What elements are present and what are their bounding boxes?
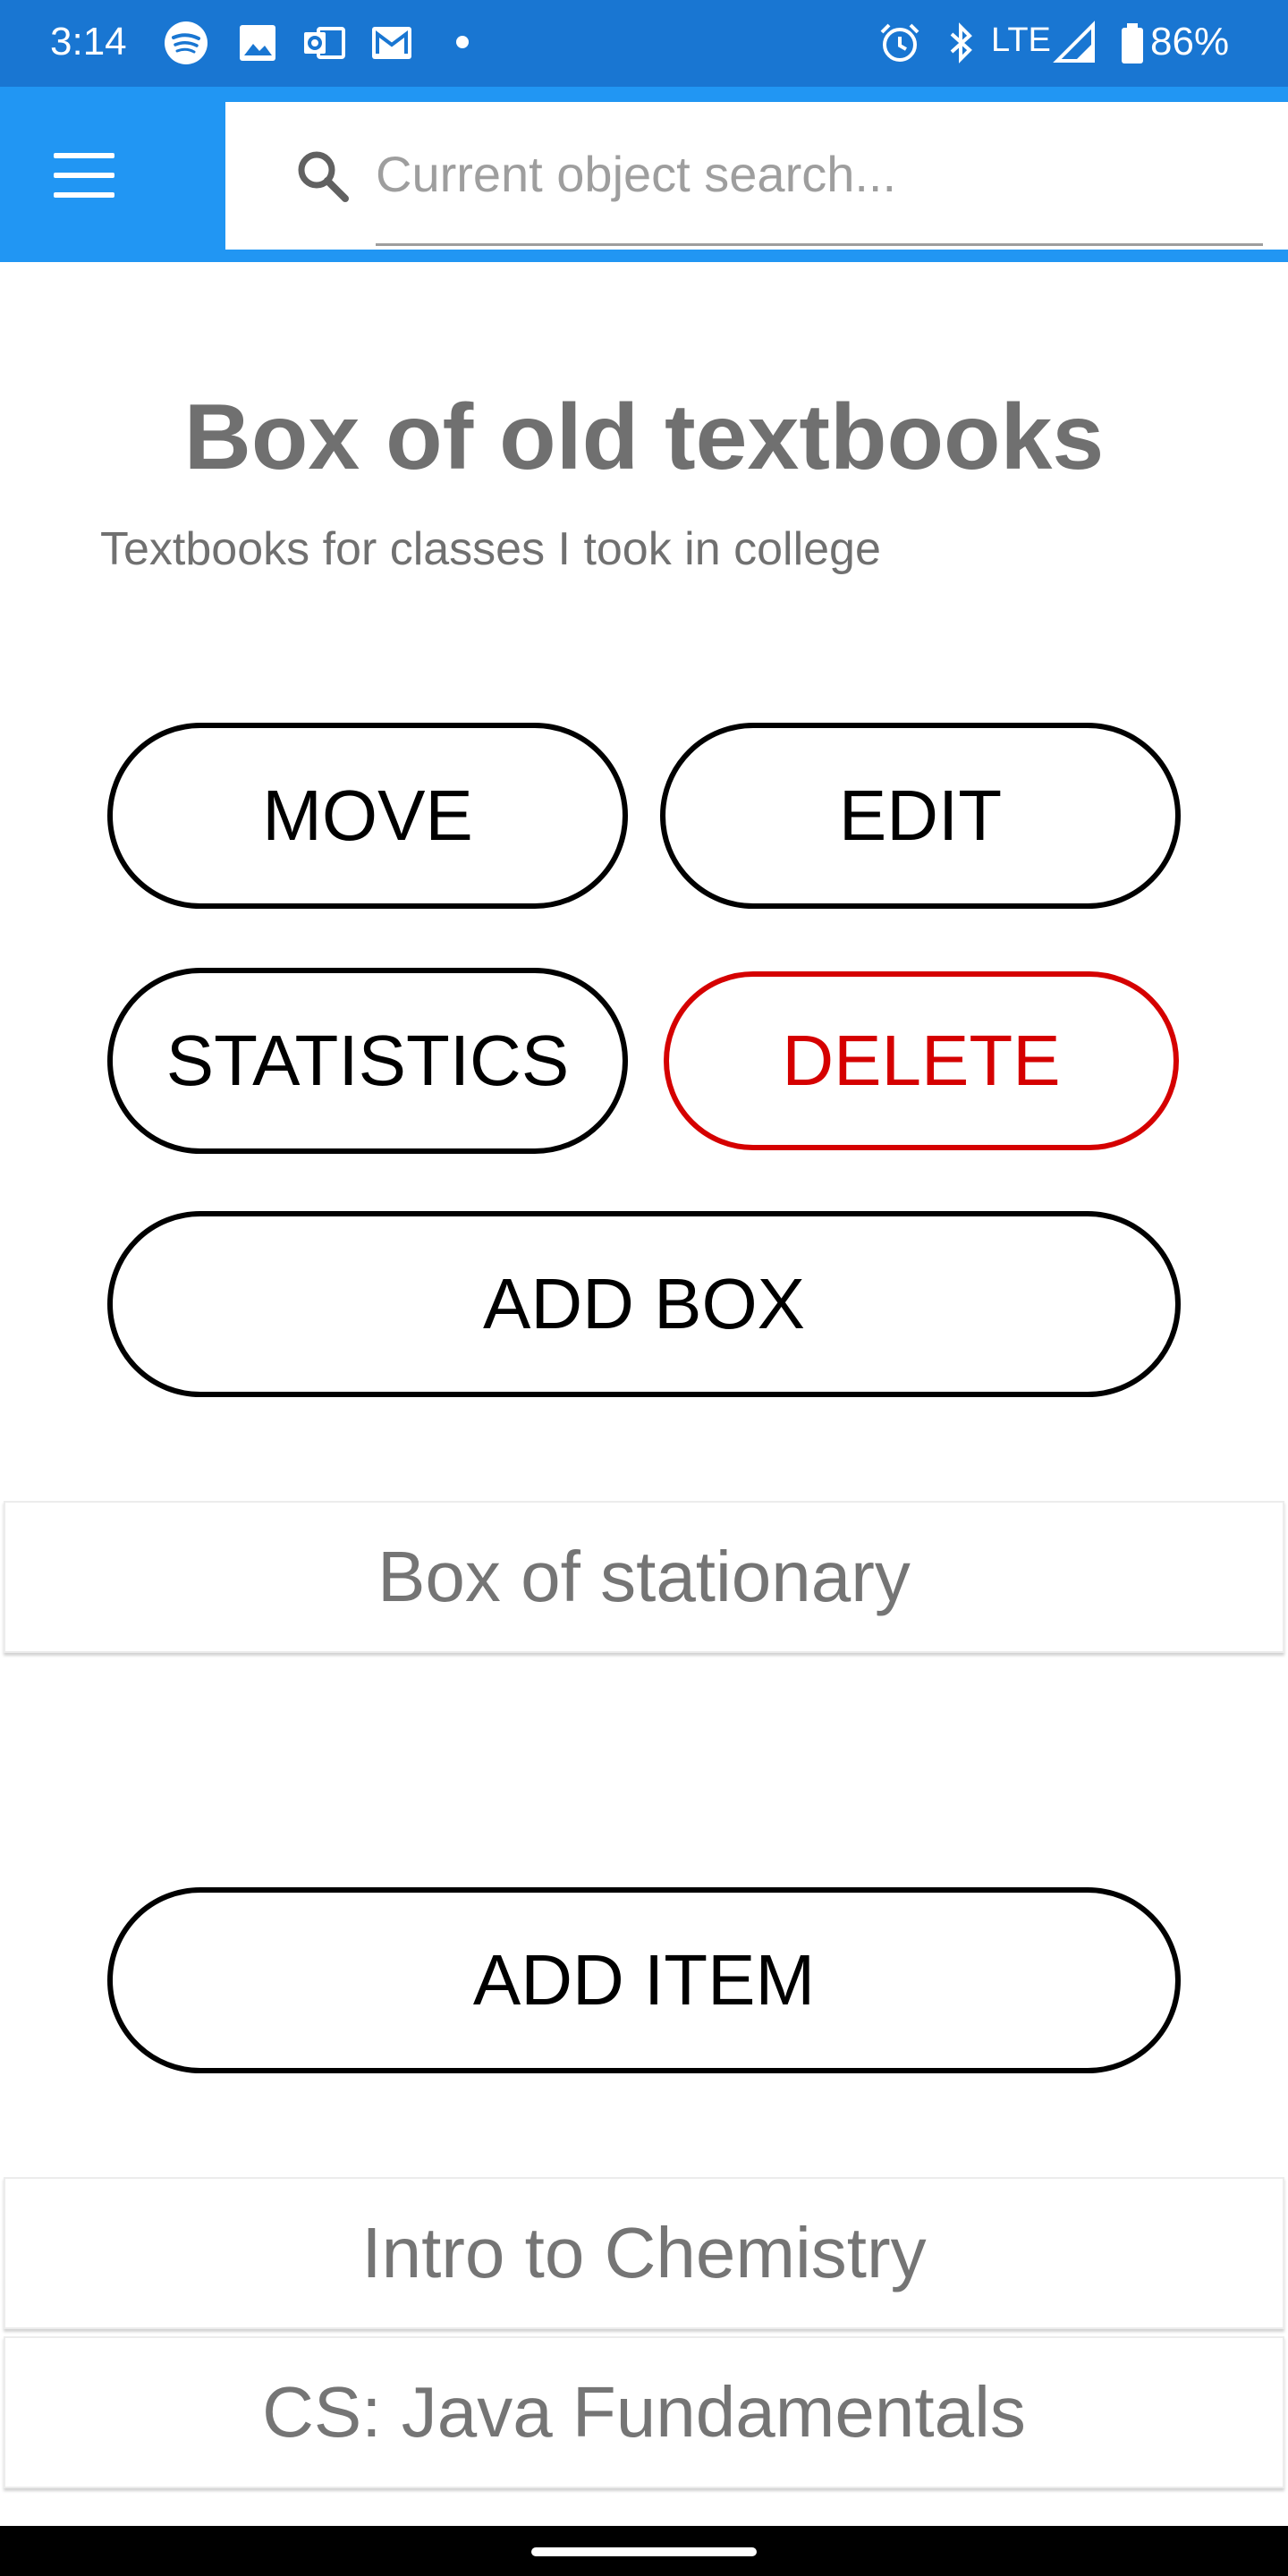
item-list-item[interactable]: Intro to Chemistry: [4, 2177, 1284, 2329]
app-bar: [0, 87, 1288, 262]
statistics-button[interactable]: STATISTICS: [107, 968, 628, 1154]
add-box-button[interactable]: ADD BOX: [107, 1211, 1181, 1397]
bluetooth-icon: [950, 22, 972, 64]
delete-button[interactable]: DELETE: [664, 971, 1179, 1150]
gmail-icon: [372, 27, 411, 59]
status-bar: 3:14 LTE 86%: [0, 0, 1288, 87]
status-time: 3:14: [50, 20, 127, 64]
search-icon: [298, 151, 349, 202]
spotify-icon: [165, 21, 208, 64]
search-bar: [225, 102, 1288, 250]
alarm-icon: [880, 23, 919, 62]
edit-button[interactable]: EDIT: [660, 723, 1181, 909]
outlook-icon: [304, 27, 345, 59]
home-gesture-handle[interactable]: [531, 2547, 757, 2556]
notification-dot: [456, 36, 469, 48]
add-item-button[interactable]: ADD ITEM: [107, 1887, 1181, 2073]
image-icon: [240, 25, 275, 61]
page-title: Box of old textbooks: [183, 386, 1105, 489]
page-description: Textbooks for classes I took in college: [100, 523, 881, 575]
network-type: LTE: [991, 21, 1051, 59]
search-input[interactable]: [376, 129, 1261, 218]
system-nav-bar: [0, 2526, 1288, 2576]
app-root: 3:14 LTE 86% Current object search... Bo…: [0, 0, 1288, 2576]
item-list-item[interactable]: CS: Java Fundamentals: [4, 2336, 1284, 2488]
battery-icon: [1122, 23, 1143, 64]
battery-percent: 86%: [1150, 20, 1230, 64]
move-button[interactable]: MOVE: [107, 723, 628, 909]
hamburger-menu-icon[interactable]: [54, 153, 114, 198]
signal-icon: [1053, 21, 1095, 63]
search-underline: [376, 243, 1263, 246]
box-list-item[interactable]: Box of stationary: [4, 1501, 1284, 1653]
